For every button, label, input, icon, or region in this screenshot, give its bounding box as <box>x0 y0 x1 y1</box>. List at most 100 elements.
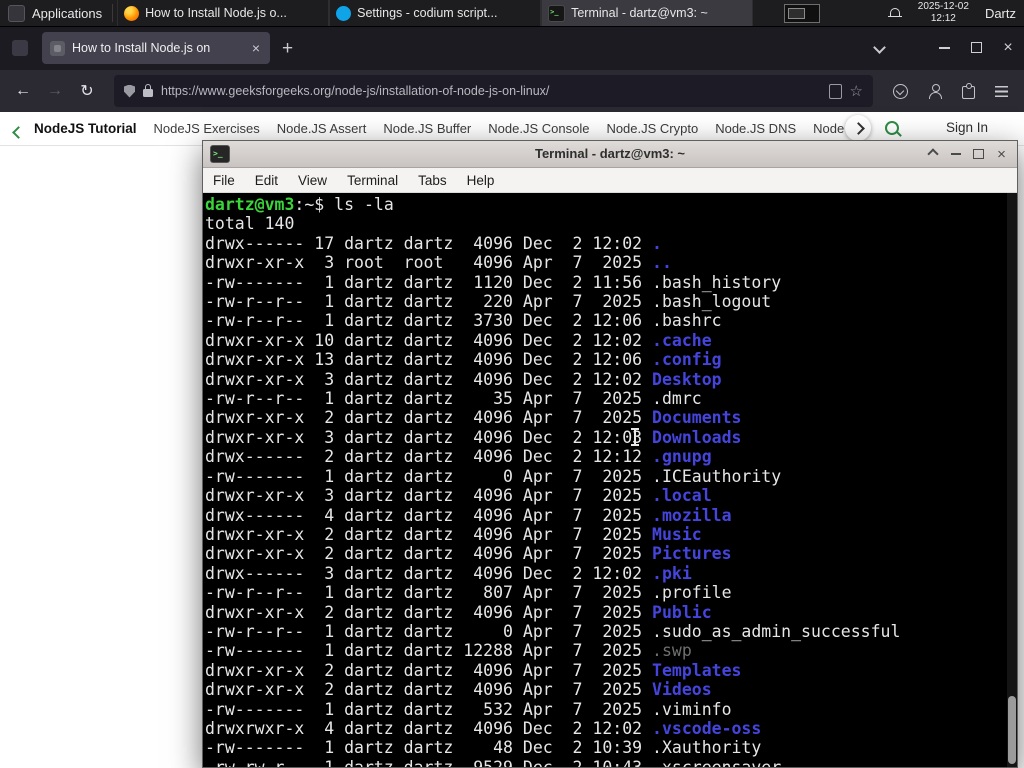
workspace-pager-icon[interactable] <box>783 3 820 23</box>
taskbar-window-label: Settings - codium script... <box>357 6 498 20</box>
mouse-cursor-ibeam <box>631 428 639 446</box>
pocket-icon[interactable] <box>893 83 908 99</box>
terminal-menu-view[interactable]: View <box>288 173 337 188</box>
listing-line: drwxr-xr-x 2 dartz dartz 4096 Apr 7 2025… <box>205 408 742 428</box>
account-icon[interactable] <box>928 84 942 99</box>
tracking-shield-icon[interactable] <box>124 84 135 98</box>
bookmark-star-icon[interactable]: ☆ <box>850 84 863 99</box>
tab-list-chevron-icon[interactable] <box>873 39 886 57</box>
applications-menu[interactable]: Applications <box>0 0 112 26</box>
terminal-shade-button[interactable] <box>921 141 944 167</box>
terminal-scrollbar-thumb[interactable] <box>1008 696 1016 764</box>
terminal-menu-help[interactable]: Help <box>457 173 505 188</box>
browser-tab-bar: How to Install Node.js on × + × <box>0 26 1024 70</box>
site-nav-scroll-left-icon[interactable] <box>12 124 25 142</box>
site-nav-scroll-right-icon[interactable] <box>845 115 871 141</box>
desktop: Applications How to Install Node.js o...… <box>0 0 1024 768</box>
listing-line: -rw------- 1 dartz dartz 532 Apr 7 2025 … <box>205 699 732 719</box>
firefox-icon <box>124 5 140 21</box>
taskbar-window-firefox[interactable]: How to Install Node.js o... <box>117 0 330 26</box>
browser-tab[interactable]: How to Install Node.js on × <box>42 32 270 64</box>
user-label: Dartz <box>984 5 1016 21</box>
listing-line: -rw-r--r-- 1 dartz dartz 3730 Dec 2 12:0… <box>205 311 722 331</box>
site-nav-item-7[interactable]: Node <box>813 121 844 136</box>
back-button[interactable]: ← <box>8 82 38 100</box>
listing-line: drwxr-xr-x 3 dartz dartz 4096 Dec 2 12:0… <box>205 369 722 389</box>
taskbar-window-codium[interactable]: Settings - codium script... <box>329 0 542 26</box>
applications-icon <box>8 4 25 22</box>
terminal-menu-terminal[interactable]: Terminal <box>337 173 408 188</box>
listing-line: drwxr-xr-x 2 dartz dartz 4096 Apr 7 2025… <box>205 602 712 622</box>
terminal-close-button[interactable]: × <box>990 141 1013 167</box>
tab-favicon-icon <box>50 40 65 56</box>
terminal-menu-tabs[interactable]: Tabs <box>408 173 457 188</box>
site-nav-item-0[interactable]: NodeJS Tutorial <box>34 121 137 136</box>
search-icon[interactable] <box>885 121 899 135</box>
listing-line: -rw-r--r-- 1 dartz dartz 35 Apr 7 2025 .… <box>205 389 702 409</box>
listing-line: drwx------ 3 dartz dartz 4096 Dec 2 12:0… <box>205 563 692 583</box>
menu-hamburger-icon[interactable] <box>995 85 1008 97</box>
taskbar-window-terminal[interactable]: Terminal - dartz@vm3: ~ <box>541 0 754 26</box>
terminal-menu-file[interactable]: File <box>203 173 245 188</box>
applications-label: Applications <box>32 5 103 21</box>
taskbar: Applications How to Install Node.js o...… <box>0 0 1024 27</box>
browser-minimize-button[interactable] <box>928 39 960 57</box>
terminal-minimize-button[interactable] <box>944 141 967 167</box>
site-nav-items: NodeJS Tutorial NodeJS Exercises Node.JS A… <box>0 121 844 136</box>
clock[interactable]: 2025-12-02 12:12 <box>918 1 969 25</box>
reader-mode-icon[interactable] <box>828 83 842 99</box>
site-nav-item-1[interactable]: NodeJS Exercises <box>154 121 260 136</box>
firefox-view-icon[interactable] <box>12 40 28 56</box>
extensions-icon[interactable] <box>962 83 975 99</box>
site-nav-item-6[interactable]: Node.JS DNS <box>715 121 796 136</box>
listing-line: drwxrwxr-x 4 dartz dartz 4096 Dec 2 12:0… <box>205 718 762 738</box>
new-tab-button[interactable]: + <box>270 39 305 58</box>
site-nav-item-3[interactable]: Node.JS Buffer <box>383 121 471 136</box>
terminal-output: dartz@vm3:~$ ls -la total 140 drwx------ 1… <box>205 195 1017 767</box>
clock-date: 2025-12-02 <box>917 1 969 12</box>
toolbar-right-icons <box>885 83 1016 99</box>
terminal-scrollbar[interactable] <box>1007 193 1017 767</box>
reload-button[interactable]: ↻ <box>72 81 102 101</box>
taskbar-window-label: How to Install Node.js o... <box>145 6 287 20</box>
listing-line: -rw------- 1 dartz dartz 0 Apr 7 2025 .I… <box>205 466 782 486</box>
terminal-body[interactable]: dartz@vm3:~$ ls -la total 140 drwx------ 1… <box>203 193 1017 767</box>
listing-line: drwx------ 2 dartz dartz 4096 Dec 2 12:1… <box>205 447 712 467</box>
listing-line: drwxr-xr-x 3 dartz dartz 4096 Dec 2 12:0… <box>205 427 742 447</box>
codium-icon <box>336 5 352 21</box>
terminal-window-buttons: × <box>921 141 1013 167</box>
terminal-menubar: File Edit View Terminal Tabs Help <box>203 168 1017 193</box>
listing-line: drwxr-xr-x 10 dartz dartz 4096 Dec 2 12:… <box>205 330 712 350</box>
sign-in-button[interactable]: Sign In <box>946 120 988 135</box>
browser-toolbar: ← → ↻ https://www.geeksforgeeks.org/node… <box>0 70 1024 112</box>
lock-icon[interactable] <box>143 84 153 97</box>
listing-line: -rw-r--r-- 1 dartz dartz 0 Apr 7 2025 .s… <box>205 621 901 641</box>
site-nav-item-2[interactable]: Node.JS Assert <box>277 121 367 136</box>
site-nav-item-5[interactable]: Node.JS Crypto <box>606 121 698 136</box>
listing-line: drwxr-xr-x 2 dartz dartz 4096 Apr 7 2025… <box>205 660 742 680</box>
url-text[interactable]: https://www.geeksforgeeks.org/node-js/in… <box>161 84 821 98</box>
listing-line: drwxr-xr-x 13 dartz dartz 4096 Dec 2 12:… <box>205 350 722 370</box>
browser-close-button[interactable]: × <box>992 40 1024 56</box>
forward-button[interactable]: → <box>40 82 70 100</box>
terminal-title: Terminal - dartz@vm3: ~ <box>534 146 686 161</box>
clock-time: 12:12 <box>930 13 956 24</box>
tab-close-icon[interactable]: × <box>250 40 262 56</box>
taskbar-windows: How to Install Node.js o... Settings - co… <box>117 0 754 26</box>
taskbar-separator <box>112 4 114 22</box>
url-bar[interactable]: https://www.geeksforgeeks.org/node-js/in… <box>114 75 873 107</box>
notification-bell-icon[interactable] <box>887 7 902 20</box>
terminal-window: Terminal - dartz@vm3: ~ × FileEditViewTe… <box>202 140 1018 768</box>
site-nav-item-4[interactable]: Node.JS Console <box>488 121 589 136</box>
terminal-titlebar[interactable]: Terminal - dartz@vm3: ~ × <box>203 141 1017 168</box>
browser-maximize-button[interactable] <box>960 39 992 57</box>
listing-line: drwx------ 17 dartz dartz 4096 Dec 2 12:… <box>205 233 662 253</box>
listing-line: drwxr-xr-x 2 dartz dartz 4096 Apr 7 2025… <box>205 680 712 700</box>
listing-line: drwxr-xr-x 2 dartz dartz 4096 Apr 7 2025… <box>205 524 702 544</box>
terminal-maximize-button[interactable] <box>967 141 990 167</box>
listing-line: drwx------ 4 dartz dartz 4096 Apr 7 2025… <box>205 505 732 525</box>
taskbar-tray: 2025-12-02 12:12 Dartz <box>783 1 1024 25</box>
prompt-line: dartz@vm3:~$ ls -la <box>205 195 394 214</box>
terminal-menu-edit[interactable]: Edit <box>245 173 288 188</box>
listing-line: -rw------- 1 dartz dartz 48 Dec 2 10:39 … <box>205 738 762 758</box>
